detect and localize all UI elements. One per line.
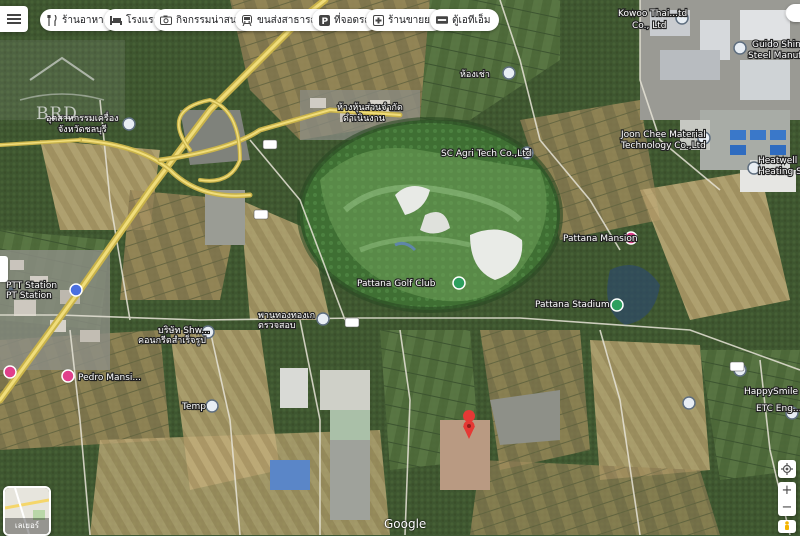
place-label[interactable]: Steel Manufac...	[747, 50, 800, 62]
place-label[interactable]: พานทองทองเก	[257, 310, 316, 322]
company-pin[interactable]	[205, 399, 219, 413]
layers-label: เลเยอร์	[14, 521, 40, 530]
zoom-out-button[interactable]: −	[778, 499, 796, 516]
chip-label: ร้านอาหาร	[62, 14, 110, 26]
place-label[interactable]: Technology Co.,Ltd	[619, 140, 707, 152]
place-label[interactable]: PTT Station	[5, 280, 58, 292]
place-label[interactable]: Co., Ltd	[631, 20, 668, 32]
chip-atm[interactable]: ตู้เอทีเอ็ม	[430, 9, 499, 31]
chip-overflow[interactable]	[786, 4, 800, 22]
place-label[interactable]: Pattana Mansion	[562, 233, 639, 245]
gas-pin[interactable]	[69, 283, 83, 297]
place-label[interactable]: Heating Systems	[757, 166, 800, 178]
place-label[interactable]: SC Agri Tech Co.,Ltd	[440, 148, 533, 160]
parking-icon: P	[318, 14, 330, 26]
place-label[interactable]: Temp	[180, 401, 207, 413]
svg-text:P: P	[321, 17, 328, 26]
pegman-icon	[785, 521, 789, 530]
pegman-button[interactable]	[778, 520, 796, 533]
place-label[interactable]: HappySmile	[743, 386, 800, 398]
zoom-control: + −	[778, 482, 796, 516]
place-label[interactable]: จังหวัดชลบุรี	[57, 123, 108, 136]
camera-icon	[160, 14, 172, 26]
company-pin[interactable]	[682, 396, 696, 410]
road-shield	[262, 139, 278, 150]
watermark: BRD	[0, 40, 125, 124]
place-label[interactable]: Pattana Golf Club	[356, 278, 437, 290]
place-label[interactable]: ห้องเช่า	[459, 68, 491, 81]
chip-label: ที่จอดรถ	[334, 14, 371, 26]
transit-icon	[241, 14, 253, 26]
layers-button[interactable]: เลเยอร์	[3, 486, 51, 536]
menu-icon	[7, 14, 21, 24]
place-label[interactable]: ตรวจสอบ	[257, 320, 297, 332]
place-label[interactable]: Pattana Stadium	[534, 299, 611, 311]
place-label[interactable]: ห้างหุ้นส่วนจำกัด	[336, 101, 404, 114]
company-pin[interactable]	[502, 66, 516, 80]
road-shield	[253, 209, 269, 220]
place-label[interactable]: Pedro Mansi...	[77, 372, 142, 384]
place-label[interactable]: Kowoo Thai...td	[617, 8, 688, 20]
company-pin[interactable]	[733, 41, 747, 55]
place-label[interactable]: ETC Eng...	[755, 403, 800, 415]
zoom-in-button[interactable]: +	[778, 482, 796, 499]
side-panel-toggle[interactable]	[0, 256, 8, 282]
place-label[interactable]: Guido Shinsun	[751, 39, 800, 51]
company-pin[interactable]	[316, 312, 330, 326]
park-pin[interactable]	[610, 298, 624, 312]
place-label[interactable]: Heatwell Elect...	[757, 155, 800, 167]
watermark-text: BRD	[36, 104, 78, 124]
road-shield	[729, 361, 745, 372]
menu-button[interactable]	[0, 6, 28, 32]
place-label[interactable]: PT Station	[5, 290, 53, 302]
lodging-pin[interactable]	[3, 365, 17, 379]
place-label[interactable]: บริษัท Shw...	[157, 324, 211, 337]
hotel-icon	[110, 14, 122, 26]
restaurant-icon	[46, 14, 58, 26]
my-location-icon	[781, 463, 793, 475]
road-shield	[344, 317, 360, 328]
park-pin[interactable]	[452, 276, 466, 290]
place-label[interactable]: Joon Chee Material	[619, 129, 707, 141]
place-label[interactable]: ดำเนินงาน	[342, 112, 386, 125]
my-location-button[interactable]	[778, 460, 796, 478]
chip-label: ร้านขายยา	[388, 14, 436, 26]
pharmacy-icon	[372, 14, 384, 26]
lodging-pin[interactable]	[61, 369, 75, 383]
chip-label: ตู้เอทีเอ็ม	[452, 14, 491, 26]
atm-icon	[436, 14, 448, 26]
google-logo: Google	[384, 517, 427, 531]
